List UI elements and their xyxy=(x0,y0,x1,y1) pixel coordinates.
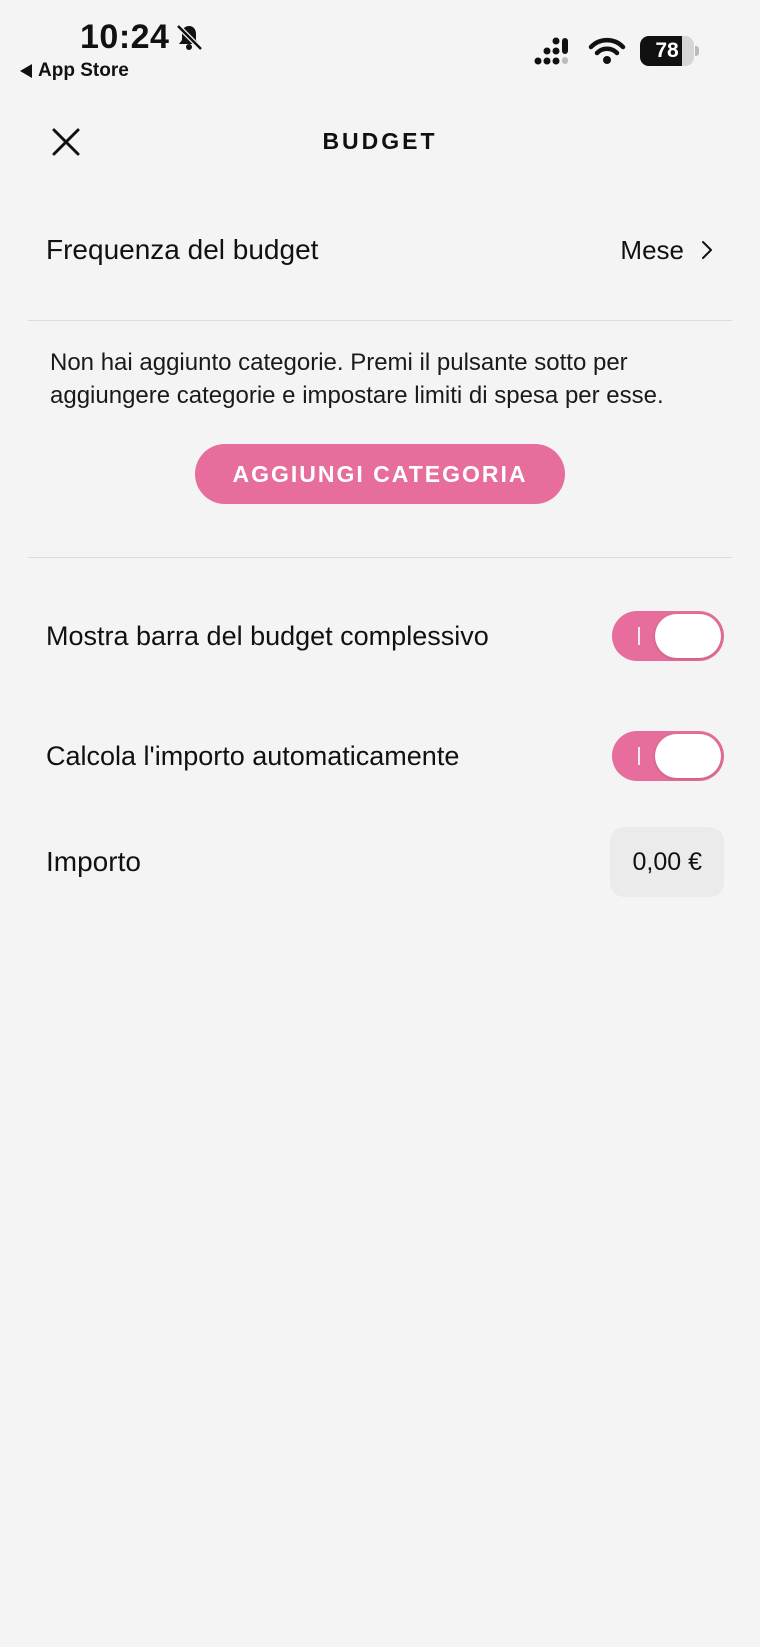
frequency-label: Frequenza del budget xyxy=(46,234,319,265)
show-overall-budget-bar-toggle[interactable] xyxy=(612,611,724,661)
wifi-icon xyxy=(588,37,626,64)
auto-calculate-amount-toggle[interactable] xyxy=(612,731,724,781)
back-app-label: App Store xyxy=(38,60,129,81)
divider xyxy=(28,557,732,558)
add-category-button[interactable]: AGGIUNGI CATEGORIA xyxy=(195,444,565,504)
no-categories-text: Non hai aggiunto categorie. Premi il pul… xyxy=(50,349,664,409)
auto-calculate-amount-row: Calcola l'importo automaticamente xyxy=(46,730,724,782)
cellular-signal-icon xyxy=(534,37,568,65)
battery-indicator: 78 xyxy=(640,36,699,66)
page-title: BUDGET xyxy=(322,128,438,154)
bell-muted-icon xyxy=(176,24,203,51)
toggle-label: Mostra barra del budget complessivo xyxy=(46,620,489,651)
toggle-label: Calcola l'importo automaticamente xyxy=(46,740,460,771)
battery-level: 78 xyxy=(655,39,679,62)
back-to-app-store[interactable]: App Store xyxy=(20,60,129,82)
amount-field[interactable]: 0,00 € xyxy=(610,827,724,897)
show-overall-budget-bar-row: Mostra barra del budget complessivo xyxy=(46,610,724,662)
budget-frequency-row[interactable]: Frequenza del budget Mese xyxy=(46,226,714,274)
amount-label: Importo xyxy=(46,846,141,877)
divider xyxy=(28,320,732,321)
frequency-value: Mese xyxy=(620,234,684,265)
status-time: 10:24 xyxy=(80,18,170,56)
amount-row: Importo 0,00 € xyxy=(46,826,724,898)
back-arrow-icon xyxy=(20,64,32,78)
chevron-right-icon xyxy=(702,241,712,259)
